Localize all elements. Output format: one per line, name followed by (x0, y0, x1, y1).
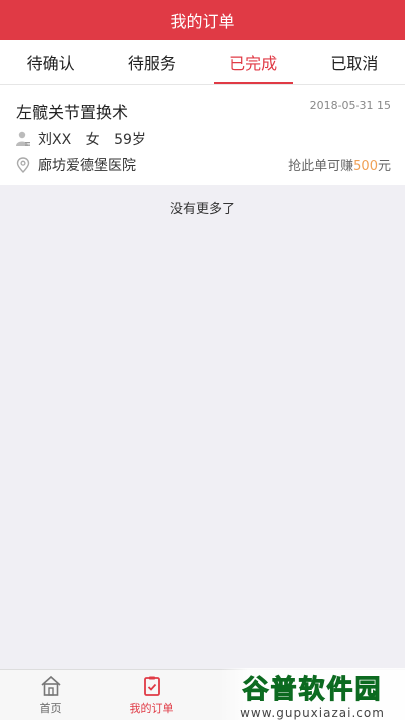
home-icon (40, 675, 61, 696)
order-status-tabs: 待确认 待服务 已完成 已取消 (0, 40, 405, 85)
earn-info: 抢此单可赚500元 (288, 159, 391, 174)
watermark-text: 谷普软件园 (242, 674, 383, 705)
list-end-text: 没有更多了 (169, 202, 235, 217)
watermark: 谷普软件园 www.gupuxiazai.com (220, 668, 405, 720)
hospital-name: 廊坊爱德堡医院 (38, 158, 136, 174)
tabbar-my-orders-label: 我的订单 (129, 702, 174, 715)
watermark-url: www.gupuxiazai.com (240, 705, 385, 720)
tabbar-home[interactable]: 首页 (0, 670, 101, 720)
location-pin-icon (16, 157, 30, 173)
tab-cancelled[interactable]: 已取消 (304, 40, 405, 84)
procedure-name: 左髋关节置换术 (16, 103, 129, 122)
nav-bar: 我的订单 (0, 0, 405, 40)
tabbar-my-orders[interactable]: 我的订单 (101, 670, 202, 720)
order-card[interactable]: 左髋关节置换术 2018-05-31 15 刘XX 女 59岁 廊坊爱德堡医院 … (0, 85, 405, 185)
page-title: 我的订单 (170, 12, 235, 31)
earn-amount: 500 (353, 159, 378, 174)
patient-age: 59岁 (114, 132, 146, 148)
clipboard-check-icon (143, 676, 160, 696)
tab-pending-service[interactable]: 待服务 (101, 40, 202, 84)
tab-pending-confirm[interactable]: 待确认 (0, 40, 101, 84)
order-datetime: 2018-05-31 15 (309, 99, 391, 112)
patient-name: 刘XX (38, 132, 72, 148)
patient-gender: 女 (85, 132, 100, 148)
person-icon (16, 131, 30, 147)
tab-completed[interactable]: 已完成 (203, 40, 304, 84)
tabbar-home-label: 首页 (39, 702, 62, 715)
patient-info: 刘XX 女 59岁 (16, 129, 156, 149)
hospital-info: 廊坊爱德堡医院 (16, 155, 136, 175)
